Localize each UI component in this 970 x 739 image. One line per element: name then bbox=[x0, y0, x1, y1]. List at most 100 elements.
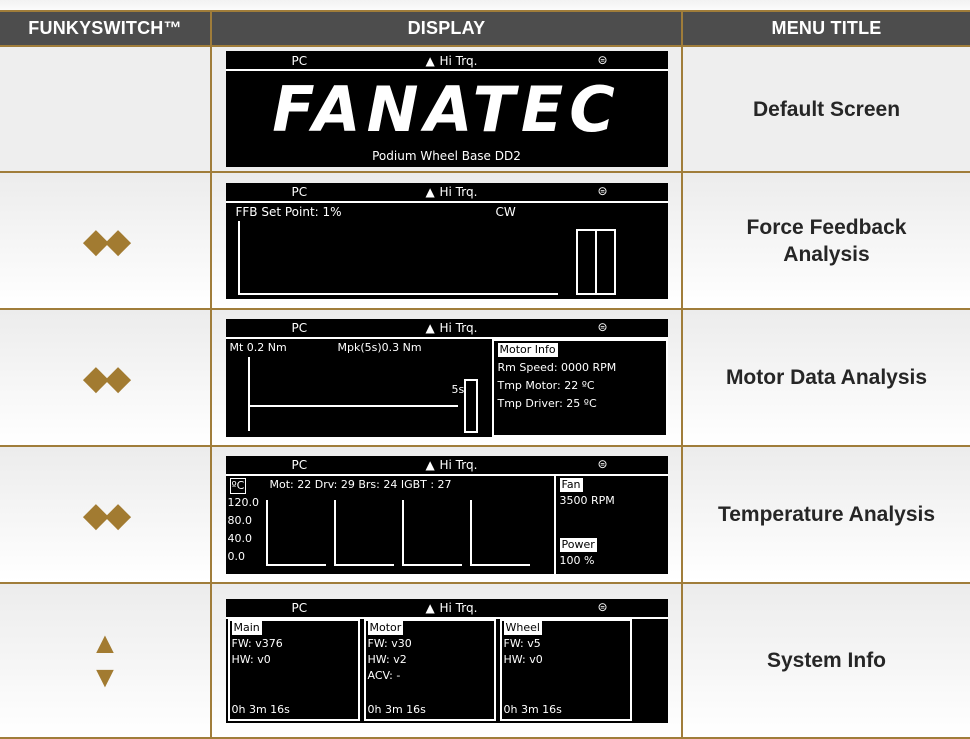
unit-label: ºC bbox=[229, 477, 247, 494]
menu-title-motor: Motor Data Analysis bbox=[725, 366, 928, 389]
main-heading: Main bbox=[231, 620, 262, 635]
graph-line bbox=[247, 404, 458, 407]
chart-base-2 bbox=[333, 563, 394, 566]
control-cell-temp: ◆◆ bbox=[0, 447, 212, 584]
title-cell-ffb: Force Feedback Analysis bbox=[683, 173, 970, 310]
main-uptime: 0h 3m 16s bbox=[231, 702, 290, 716]
control-cell-system: ▲ ▼ bbox=[0, 584, 212, 739]
menu-title-default: Default Screen bbox=[752, 97, 901, 121]
torque-label: Hi Trq. bbox=[439, 54, 478, 68]
motor-acv: ACV: - bbox=[367, 668, 401, 682]
driver-temp: Tmp Driver: 25 ºC bbox=[497, 396, 597, 410]
control-cell-ffb: ◆◆ bbox=[0, 173, 212, 310]
header-funkyswitch: FUNKYSWITCH™ bbox=[0, 12, 212, 47]
screen-system: PC ▲ Hi Trq. ⊜ Main FW: v376 HW: v0 0h 3… bbox=[225, 598, 668, 723]
torque-label: Hi Trq. bbox=[439, 184, 478, 199]
warning-icon: ▲ bbox=[425, 320, 435, 335]
wheel-icon: ⊜ bbox=[597, 599, 608, 614]
menu-title-temp: Temperature Analysis bbox=[717, 503, 936, 526]
screen-temp: PC ▲ Hi Trq. ⊜ ºC Mot: 22 Drv: 29 Brs: 2… bbox=[225, 455, 668, 574]
chart-axis-3 bbox=[401, 499, 404, 566]
display-cell-motor: PC ▲ Hi Trq. ⊜ Mt 0.2 Nm Mpk(5s)0.3 Nm 5… bbox=[212, 310, 683, 447]
main-fw: FW: v376 bbox=[231, 636, 283, 650]
left-right-arrows-icon: ◆◆ bbox=[82, 358, 131, 397]
mode-label: PC bbox=[291, 320, 308, 335]
motor-fw: FW: v30 bbox=[367, 636, 412, 650]
wheel-icon: ⊜ bbox=[597, 319, 608, 334]
motor-info-heading: Motor Info bbox=[497, 342, 558, 357]
torque-label: Hi Trq. bbox=[439, 600, 478, 615]
fan-value: 3500 RPM bbox=[559, 493, 615, 507]
motor-torque: Mt 0.2 Nm bbox=[229, 340, 287, 354]
chart-base-4 bbox=[469, 563, 530, 566]
torque-label: Hi Trq. bbox=[439, 457, 478, 472]
chart-base-1 bbox=[265, 563, 326, 566]
header-menu-title: MENU TITLE bbox=[683, 12, 970, 47]
up-down-arrows-icon: ▲ ▼ bbox=[90, 627, 120, 695]
display-cell-temp: PC ▲ Hi Trq. ⊜ ºC Mot: 22 Drv: 29 Brs: 2… bbox=[212, 447, 683, 584]
slider-box bbox=[463, 378, 478, 433]
display-cell-ffb: PC ▲ Hi Trq. ⊜ FFB Set Point: 1% CW bbox=[212, 173, 683, 310]
wheel-icon: ⊜ bbox=[597, 456, 608, 471]
panel-divider bbox=[553, 475, 556, 574]
mode-label: PC bbox=[291, 54, 308, 68]
fanatec-logo: FANATEC bbox=[272, 73, 621, 146]
warning-icon: ▲ bbox=[425, 600, 435, 615]
ffb-gauge-center bbox=[594, 228, 597, 295]
funkyswitch-menu-table: FUNKYSWITCH™ DISPLAY MENU TITLE PC ▲ Hi … bbox=[0, 10, 970, 739]
title-cell-system: System Info bbox=[683, 584, 970, 739]
power-value: 100 % bbox=[559, 553, 595, 567]
arrow-down-icon: ▼ bbox=[90, 660, 120, 694]
y-tick: 0.0 bbox=[227, 549, 246, 563]
menu-title-system: System Info bbox=[766, 649, 887, 672]
screen-ffb: PC ▲ Hi Trq. ⊜ FFB Set Point: 1% CW bbox=[225, 182, 668, 299]
mode-label: PC bbox=[291, 457, 308, 472]
title-cell-default: Default Screen bbox=[683, 47, 970, 173]
control-cell-motor: ◆◆ bbox=[0, 310, 212, 447]
fan-label: Fan bbox=[559, 477, 583, 492]
ffb-set-point: FFB Set Point: 1% bbox=[235, 204, 342, 219]
left-right-arrows-icon: ◆◆ bbox=[82, 495, 131, 534]
wheel-heading: Wheel bbox=[503, 620, 542, 635]
motor-hw: HW: v2 bbox=[367, 652, 407, 666]
left-right-arrows-icon: ◆◆ bbox=[82, 221, 131, 260]
divider bbox=[225, 473, 668, 476]
chart-axis-2 bbox=[333, 499, 336, 566]
screen-motor: PC ▲ Hi Trq. ⊜ Mt 0.2 Nm Mpk(5s)0.3 Nm 5… bbox=[225, 318, 668, 437]
torque-label: Hi Trq. bbox=[439, 320, 478, 335]
divider bbox=[225, 69, 668, 71]
y-tick: 120.0 bbox=[227, 495, 260, 509]
header-display: DISPLAY bbox=[212, 12, 683, 47]
main-hw: HW: v0 bbox=[231, 652, 271, 666]
motor-uptime: 0h 3m 16s bbox=[367, 702, 426, 716]
arrow-up-icon: ▲ bbox=[90, 626, 120, 660]
motor-heading: Motor bbox=[367, 620, 404, 635]
wheel-uptime: 0h 3m 16s bbox=[503, 702, 562, 716]
warning-icon: ▲ bbox=[425, 457, 435, 472]
wheel-fw: FW: v5 bbox=[503, 636, 541, 650]
motor-peak-torque: Mpk(5s)0.3 Nm bbox=[337, 340, 422, 354]
wheel-icon: ⊜ bbox=[597, 53, 608, 67]
divider bbox=[225, 200, 668, 203]
power-label: Power bbox=[559, 537, 597, 552]
menu-title-ffb: Force Feedback Analysis bbox=[746, 215, 907, 266]
graph-axis-y bbox=[247, 356, 250, 431]
chart-axis-4 bbox=[469, 499, 472, 566]
chart-base-3 bbox=[401, 563, 462, 566]
motor-temp: Tmp Motor: 22 ºC bbox=[497, 378, 595, 392]
component-temps: Mot: 22 Drv: 29 Brs: 24 IGBT : 27 bbox=[269, 477, 452, 491]
direction-label: CW bbox=[495, 204, 516, 219]
title-cell-motor: Motor Data Analysis bbox=[683, 310, 970, 447]
slider-label: 5s bbox=[451, 382, 465, 396]
y-tick: 40.0 bbox=[227, 531, 253, 545]
graph-axis-y bbox=[237, 220, 240, 295]
display-cell-default: PC ▲ Hi Trq. ⊜ FANATEC Podium Wheel Base… bbox=[212, 47, 683, 173]
display-cell-system: PC ▲ Hi Trq. ⊜ Main FW: v376 HW: v0 0h 3… bbox=[212, 584, 683, 739]
mode-label: PC bbox=[291, 184, 308, 199]
graph-axis-x bbox=[237, 292, 558, 295]
control-cell-default bbox=[0, 47, 212, 173]
screen-default: PC ▲ Hi Trq. ⊜ FANATEC Podium Wheel Base… bbox=[225, 51, 668, 167]
chart-axis-1 bbox=[265, 499, 268, 566]
title-cell-temp: Temperature Analysis bbox=[683, 447, 970, 584]
warning-icon: ▲ bbox=[425, 54, 435, 68]
